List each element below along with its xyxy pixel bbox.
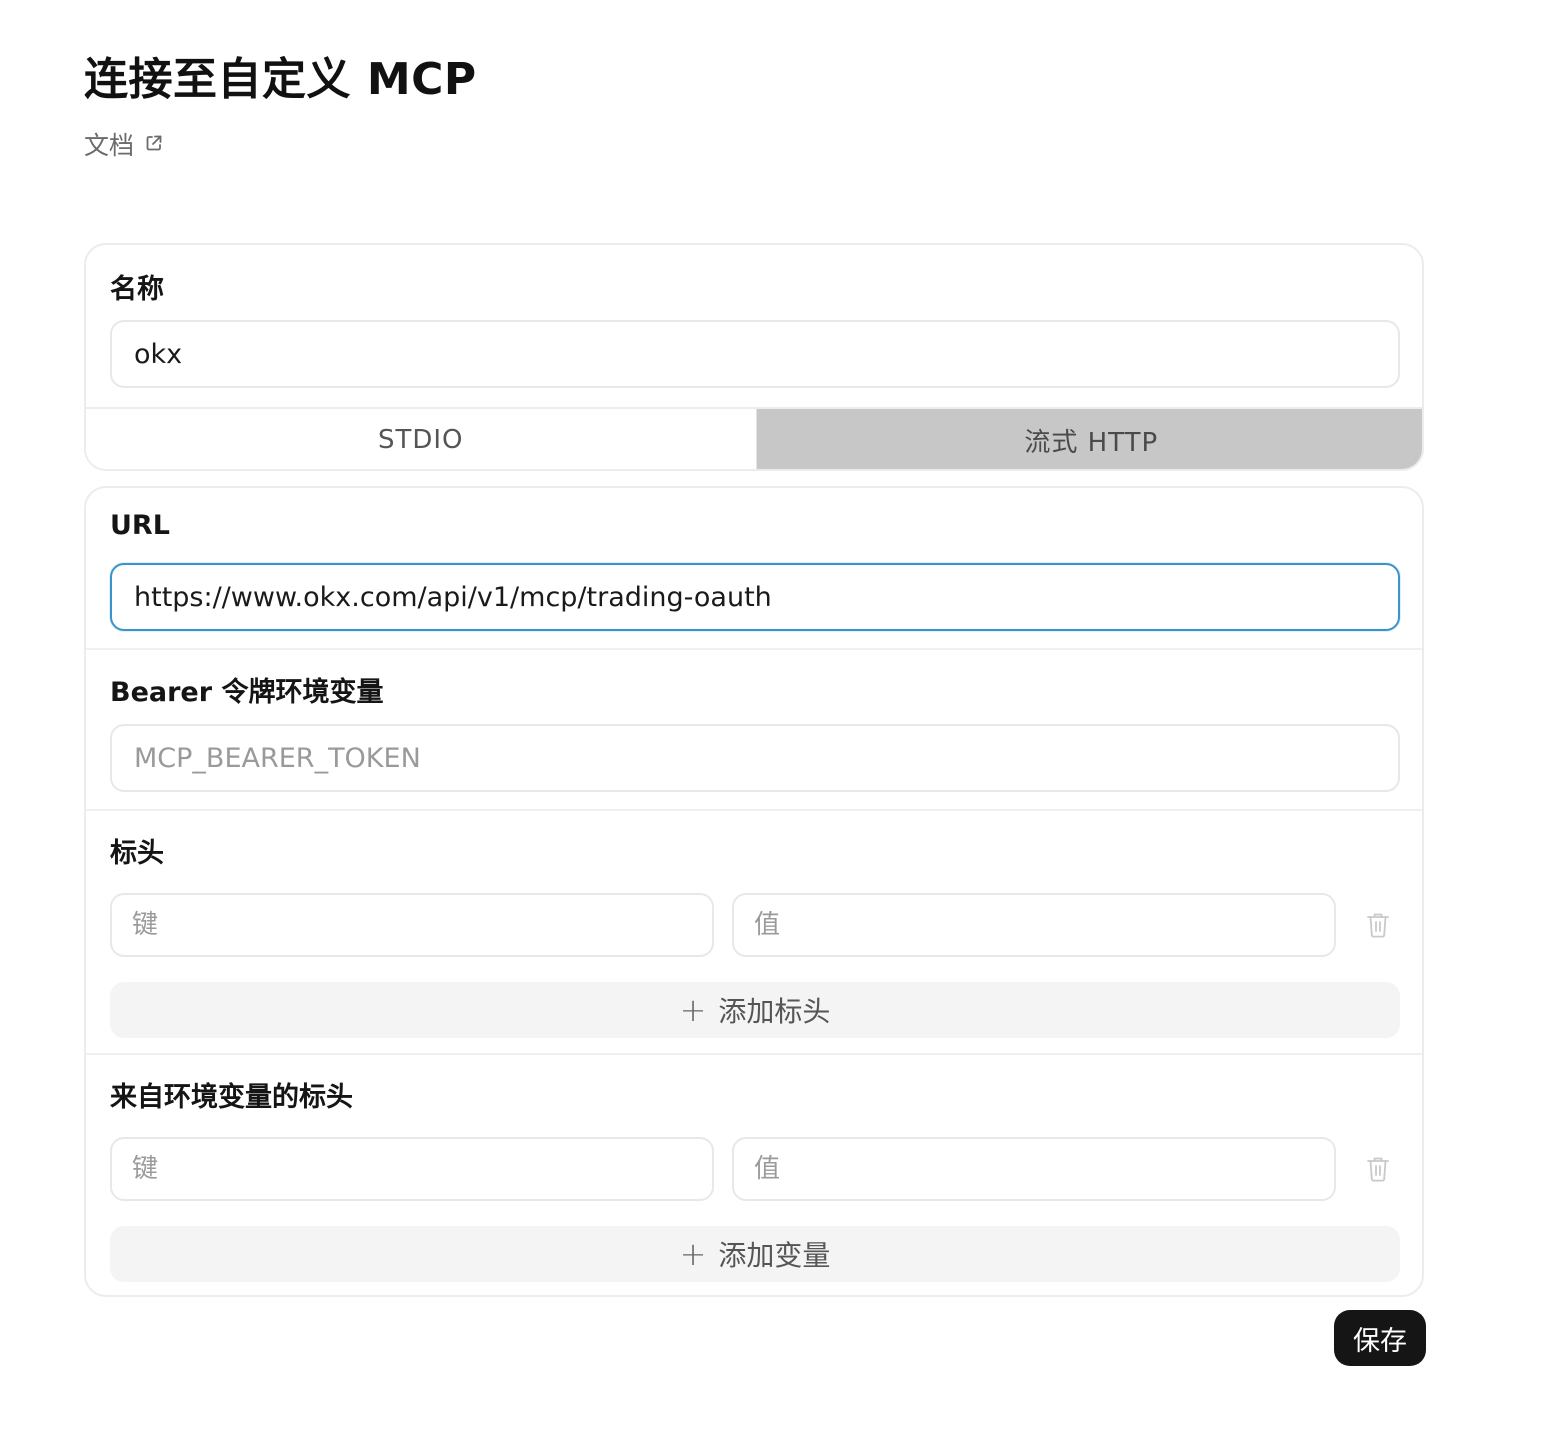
docs-link[interactable]: 文档 — [84, 126, 164, 162]
mcp-connect-page: 连接至自定义 MCP 文档 名称 STDIO 流式 HTTP URL Beare… — [0, 0, 1556, 1448]
bearer-token-input[interactable] — [110, 724, 1400, 792]
docs-link-label: 文档 — [84, 131, 135, 160]
add-variable-button[interactable]: + 添加变量 — [110, 1226, 1400, 1282]
section-divider — [86, 1053, 1422, 1055]
env-headers-label: 来自环境变量的标头 — [110, 1082, 353, 1113]
plus-icon: + — [679, 991, 707, 1029]
url-input[interactable] — [110, 563, 1400, 631]
bearer-token-label: Bearer 令牌环境变量 — [110, 677, 384, 708]
header-key-input[interactable] — [110, 893, 714, 957]
add-variable-label: 添加变量 — [718, 1239, 831, 1272]
page-title: 连接至自定义 MCP — [84, 54, 477, 105]
env-header-value-input[interactable] — [732, 1137, 1336, 1201]
plus-icon: + — [679, 1235, 707, 1273]
external-link-icon — [144, 130, 164, 159]
tab-streamable-http[interactable]: 流式 HTTP — [755, 409, 1422, 469]
section-divider — [86, 648, 1422, 650]
name-card: 名称 STDIO 流式 HTTP — [84, 243, 1424, 471]
env-header-key-input[interactable] — [110, 1137, 714, 1201]
name-label: 名称 — [110, 274, 164, 305]
trash-icon[interactable] — [1364, 909, 1392, 941]
url-label: URL — [110, 510, 170, 541]
tab-stdio[interactable]: STDIO — [86, 409, 756, 469]
trash-icon[interactable] — [1364, 1153, 1392, 1185]
name-input[interactable] — [110, 320, 1400, 388]
headers-label: 标头 — [110, 838, 164, 869]
section-divider — [86, 809, 1422, 811]
header-value-input[interactable] — [732, 893, 1336, 957]
transport-tabs: STDIO 流式 HTTP — [86, 407, 1422, 469]
add-header-label: 添加标头 — [718, 995, 831, 1028]
add-header-button[interactable]: + 添加标头 — [110, 982, 1400, 1038]
http-config-card: URL Bearer 令牌环境变量 标头 + 添加标头 来自环境变量的标头 — [84, 486, 1424, 1297]
save-button[interactable]: 保存 — [1334, 1310, 1426, 1366]
